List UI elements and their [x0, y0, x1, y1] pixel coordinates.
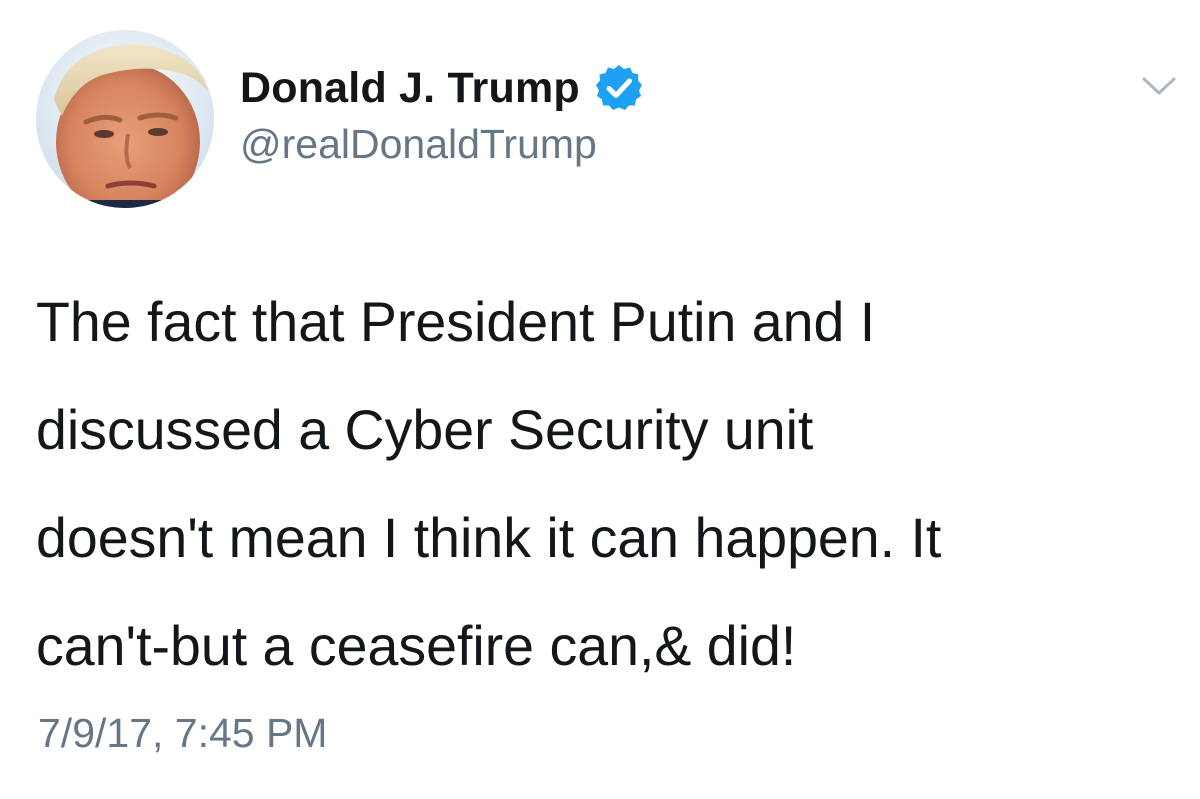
- display-name[interactable]: Donald J. Trump: [240, 64, 580, 113]
- avatar[interactable]: [36, 30, 214, 208]
- tweet-timestamp[interactable]: 7/9/17, 7:45 PM: [38, 710, 327, 757]
- chevron-down-icon: [1142, 77, 1176, 95]
- tweet-card: Donald J. Trump @realDonaldTrump The fac…: [0, 0, 1200, 799]
- tweet-text-line: The fact that President Putin and I: [36, 291, 876, 353]
- tweet-text-line: can't-but a ceasefire can,& did!: [36, 615, 797, 677]
- author-name-row: Donald J. Trump: [240, 58, 644, 118]
- tweet-text: The fact that President Putin and I disc…: [36, 268, 1176, 700]
- tweet-text-line: discussed a Cyber Security unit: [36, 399, 814, 461]
- user-handle[interactable]: @realDonaldTrump: [240, 121, 597, 168]
- verified-badge-icon: [594, 63, 644, 113]
- tweet-options-button[interactable]: [1141, 74, 1177, 98]
- avatar-photo: [36, 30, 214, 208]
- tweet-text-line: doesn't mean I think it can happen. It: [36, 507, 942, 569]
